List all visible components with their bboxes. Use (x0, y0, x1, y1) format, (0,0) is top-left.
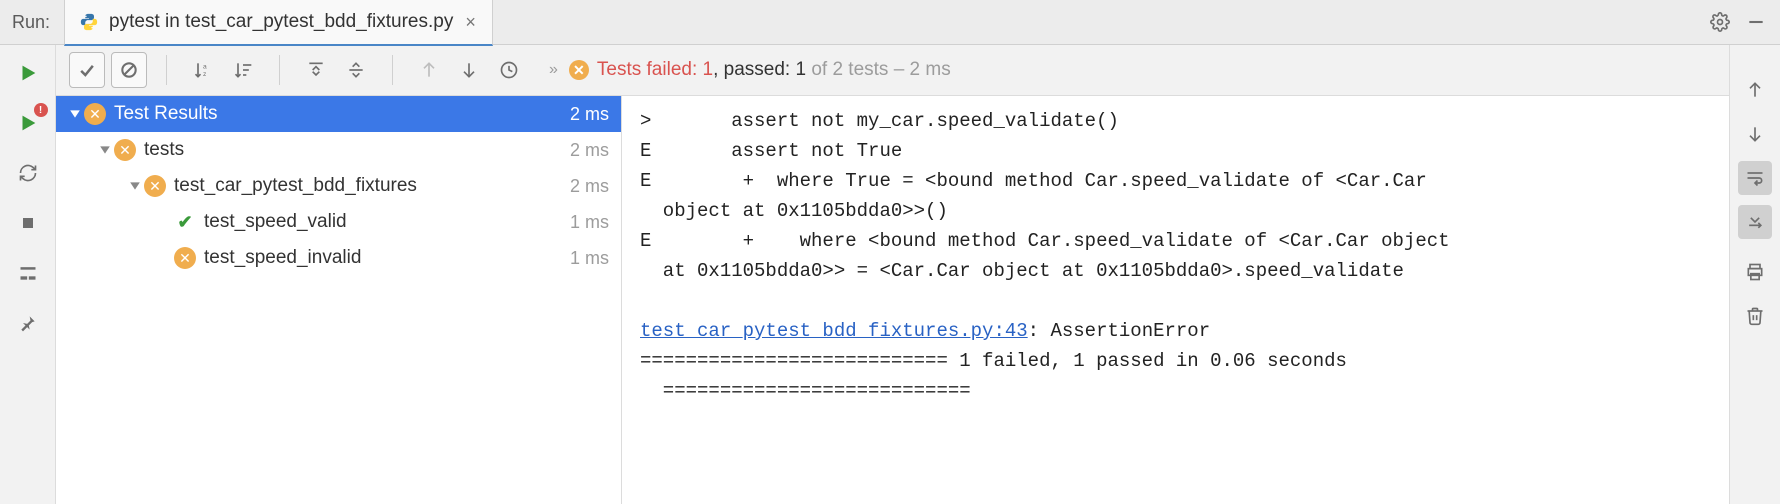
console-line: object at 0x1105bdda0>>() (640, 200, 948, 222)
minimize-icon[interactable] (1746, 12, 1766, 32)
console-line: E assert not True (640, 140, 902, 162)
source-link[interactable]: test_car_pytest_bdd_fixtures.py:43 (640, 320, 1028, 342)
close-icon[interactable]: × (463, 12, 478, 33)
rerun-failed-button[interactable]: ! (10, 105, 46, 141)
layout-button[interactable] (10, 255, 46, 291)
python-icon (79, 12, 99, 32)
run-button[interactable] (10, 55, 46, 91)
fail-status-icon: ✕ (114, 139, 136, 161)
status-passed-label: , passed: (713, 59, 795, 80)
console-line: : AssertionError (1028, 320, 1210, 342)
tree-root[interactable]: ✕ Test Results 2 ms (56, 96, 621, 132)
stop-button[interactable] (10, 205, 46, 241)
error-badge-icon: ! (34, 103, 48, 117)
collapse-all-button[interactable] (339, 53, 373, 87)
gear-icon[interactable] (1710, 12, 1730, 32)
show-ignored-button[interactable] (111, 52, 147, 88)
pin-button[interactable] (10, 305, 46, 341)
tree-node-time: 2 ms (570, 140, 609, 161)
fail-status-icon: ✕ (174, 247, 196, 269)
title-bar: Run: pytest in test_car_pytest_bdd_fixtu… (0, 0, 1780, 45)
sort-duration-button[interactable] (226, 53, 260, 87)
status-failed-count: 1 (703, 59, 714, 80)
tree-node-label: test_car_pytest_bdd_fixtures (174, 175, 417, 197)
tree-node-time: 2 ms (570, 176, 609, 197)
toggle-autotest-button[interactable] (10, 155, 46, 191)
test-status-line: ✕ Tests failed: 1, passed: 1 of 2 tests … (565, 59, 951, 81)
status-tail: of 2 tests – 2 ms (806, 59, 951, 80)
console-line: E + where True = <bound method Car.speed… (640, 170, 1427, 192)
console-line: =========================== 1 failed, 1 … (640, 350, 1347, 372)
console-line: =========================== (640, 380, 971, 402)
expand-arrow-icon[interactable] (66, 108, 84, 120)
console-output[interactable]: > assert not my_car.speed_validate() E a… (622, 96, 1729, 504)
console-line: E + where <bound method Car.speed_valida… (640, 230, 1450, 252)
tree-node-time: 1 ms (570, 212, 609, 233)
test-tree[interactable]: ✕ Test Results 2 ms ✕ tests 2 ms ✕ test_… (56, 96, 622, 504)
fail-status-icon: ✕ (144, 175, 166, 197)
console-line: at 0x1105bdda0>> = <Car.Car object at 0x… (640, 260, 1404, 282)
tree-node-fixtures[interactable]: ✕ test_car_pytest_bdd_fixtures 2 ms (56, 168, 621, 204)
tree-root-time: 2 ms (570, 104, 609, 125)
show-passed-button[interactable] (69, 52, 105, 88)
tree-root-label: Test Results (114, 103, 217, 125)
fail-status-icon: ✕ (84, 103, 106, 125)
console-line: > assert not my_car.speed_validate() (640, 110, 1119, 132)
print-button[interactable] (1738, 255, 1772, 289)
soft-wrap-button[interactable] (1738, 161, 1772, 195)
scroll-down-button[interactable] (1738, 117, 1772, 151)
fail-status-icon: ✕ (569, 60, 589, 80)
run-label: Run: (0, 12, 64, 33)
tree-node-label: tests (144, 139, 184, 161)
pass-status-icon: ✔ (174, 211, 196, 233)
tree-node-speed-valid[interactable]: ✔ test_speed_valid 1 ms (56, 204, 621, 240)
svg-text:z: z (203, 71, 206, 78)
svg-text:a: a (203, 63, 207, 70)
expand-arrow-icon[interactable] (96, 144, 114, 156)
tree-node-speed-invalid[interactable]: ✕ test_speed_invalid 1 ms (56, 240, 621, 276)
center-panel: az (56, 45, 1729, 504)
next-failed-button[interactable] (452, 53, 486, 87)
scroll-to-end-button[interactable] (1738, 205, 1772, 239)
test-history-button[interactable] (492, 53, 526, 87)
tree-node-label: test_speed_invalid (204, 247, 361, 269)
scroll-up-button[interactable] (1738, 73, 1772, 107)
clear-all-button[interactable] (1738, 299, 1772, 333)
test-toolbar: az (56, 45, 1729, 96)
expand-arrow-icon[interactable] (126, 180, 144, 192)
tree-node-tests[interactable]: ✕ tests 2 ms (56, 132, 621, 168)
left-rail: ! (0, 45, 56, 504)
tree-node-time: 1 ms (570, 248, 609, 269)
right-rail (1729, 45, 1780, 504)
expand-all-button[interactable] (299, 53, 333, 87)
more-actions-button[interactable]: » (539, 61, 565, 79)
run-config-tab[interactable]: pytest in test_car_pytest_bdd_fixtures.p… (64, 0, 493, 46)
prev-failed-button[interactable] (412, 53, 446, 87)
tab-label: pytest in test_car_pytest_bdd_fixtures.p… (109, 11, 453, 33)
status-passed-count: 1 (795, 59, 806, 80)
status-failed-label: Tests failed: (597, 59, 703, 80)
tree-node-label: test_speed_valid (204, 211, 347, 233)
sort-alpha-button[interactable]: az (186, 53, 220, 87)
